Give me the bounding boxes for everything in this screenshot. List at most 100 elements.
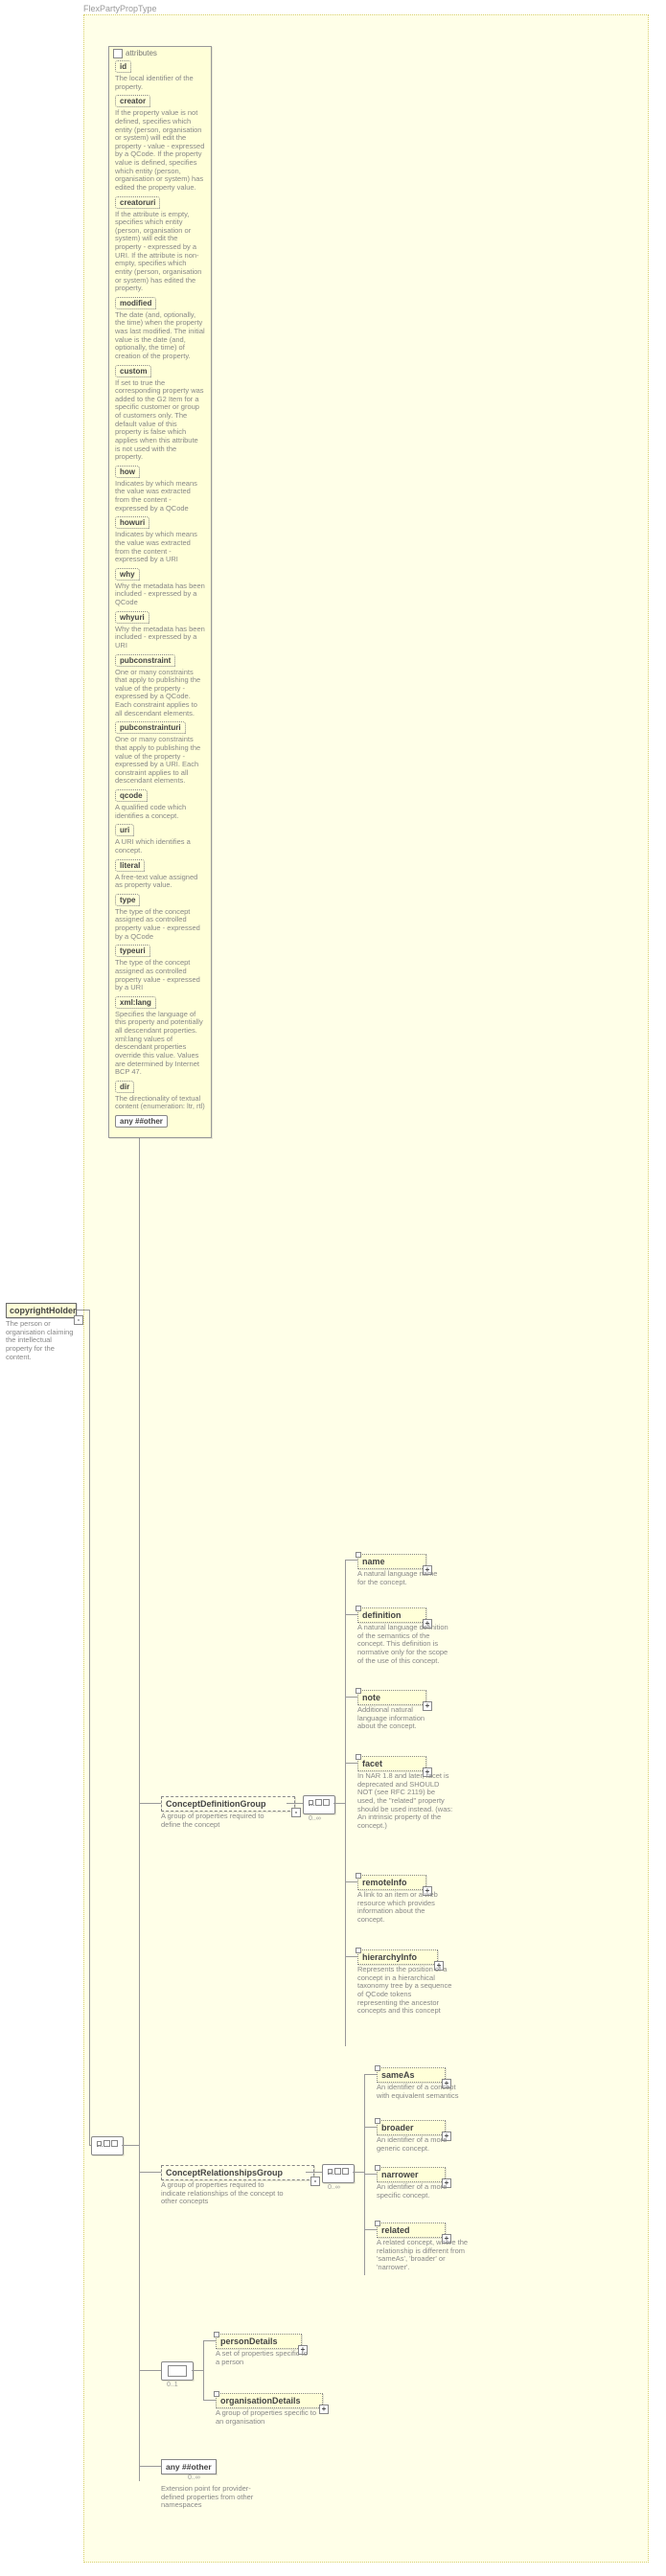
attribute-creator[interactable]: creator If the property value is not defi… [115,95,205,192]
attribute-desc: If the property value is not defined, sp… [115,109,205,192]
attribute-name: why [115,568,140,581]
attribute-uri[interactable]: uri A URI which identifies a concept. [115,824,205,855]
attribute-desc: One or many constraints that apply to pu… [115,669,205,718]
root-element-name: copyrightHolder [10,1306,77,1315]
sequence-compositor-relgroup [322,2164,355,2183]
attribute-name: creator [115,95,150,107]
element-related[interactable]: related + [377,2223,446,2238]
attribute-desc: A URI which identifies a concept. [115,838,205,855]
element-organisationdetails[interactable]: organisationDetails + [216,2393,323,2408]
element-sameas[interactable]: sameAs + [377,2067,446,2083]
attribute-any-label: any ##other [115,1115,168,1128]
attribute-name: pubconstraint [115,654,175,667]
attribute-name: how [115,466,140,478]
type-name-label: FlexPartyPropType [83,4,157,13]
element-desc: A natural language name for the concept. [357,1570,444,1586]
cardinality-label: 0..∞ [309,1815,321,1822]
attribute-type[interactable]: type The type of the concept assigned as … [115,894,205,942]
attribute-pubconstrainturi[interactable]: pubconstrainturi One or many constraints … [115,721,205,786]
element-desc: In NAR 1.8 and later, facet is deprecate… [357,1772,453,1830]
attribute-desc: One or many constraints that apply to pu… [115,736,205,786]
attribute-desc: Indicates by which means the value was e… [115,531,205,564]
collapse-icon[interactable]: - [310,2177,320,2186]
element-remoteinfo[interactable]: remoteInfo + [357,1875,426,1890]
element-name[interactable]: name + [357,1554,426,1569]
element-desc: Additional natural language information … [357,1706,444,1731]
element-definition[interactable]: definition + [357,1607,426,1623]
attribute-desc: The date (and, optionally, the time) whe… [115,311,205,361]
sequence-compositor-defgroup [303,1795,335,1814]
attribute-qcode[interactable]: qcode A qualified code which identifies a… [115,789,205,820]
attribute-xmllang[interactable]: xml:lang Specifies the language of this p… [115,996,205,1077]
attribute-howuri[interactable]: howuri Indicates by which means the value… [115,516,205,564]
element-desc: An identifier of a more generic concept. [377,2136,463,2153]
element-note[interactable]: note + [357,1690,426,1705]
attribute-dir[interactable]: dir The directionality of textual content… [115,1081,205,1111]
attribute-id[interactable]: id The local identifier of the property. [115,60,205,91]
attribute-desc: The local identifier of the property. [115,75,205,91]
attribute-name: id [115,60,131,73]
attribute-desc: Indicates by which means the value was e… [115,480,205,513]
element-desc: Extension point for provider-defined pro… [161,2485,257,2510]
element-broader[interactable]: broader + [377,2120,446,2135]
attribute-name: dir [115,1081,134,1093]
cardinality-label: 0..∞ [328,2184,340,2191]
attribute-name: qcode [115,789,148,802]
element-desc: A natural language definition of the sem… [357,1624,448,1665]
attribute-name: howuri [115,516,149,529]
concept-definition-group[interactable]: ConceptDefinitionGroup - [161,1796,295,1812]
attribute-name: type [115,894,140,906]
element-desc: An identifier of a more specific concept… [377,2183,463,2200]
attribute-desc: Why the metadata has been included - exp… [115,626,205,650]
group-label: ConceptRelationshipsGroup [166,2168,283,2177]
attribute-desc: The type of the concept assigned as cont… [115,959,205,992]
element-desc: An identifier of a concept with equivale… [377,2084,463,2100]
attribute-name: creatoruri [115,196,160,209]
group-desc: A group of properties required to define… [161,1812,271,1829]
attribute-desc: If the attribute is empty, specifies whi… [115,211,205,293]
attribute-pubconstraint[interactable]: pubconstraint One or many constraints tha… [115,654,205,718]
choice-compositor [161,2361,194,2381]
attributes-label: attributes [113,49,157,58]
attribute-desc: If set to true the corresponding propert… [115,379,205,462]
element-desc: A group of properties specific to an org… [216,2409,321,2426]
attribute-name: uri [115,824,134,836]
attribute-name: custom [115,365,151,377]
attribute-literal[interactable]: literalA free-text value assigned as pro… [115,859,205,890]
attribute-name: typeuri [115,945,150,957]
attribute-why[interactable]: whyWhy the metadata has been included - … [115,568,205,607]
attribute-how[interactable]: how Indicates by which means the value wa… [115,466,205,513]
attributes-container: attributes id The local identifier of the… [108,46,212,1138]
root-element[interactable]: copyrightHolder - [6,1303,77,1318]
element-facet[interactable]: facet + [357,1756,426,1771]
element-desc: A set of properties specific to a person [216,2350,311,2366]
element-desc: A related concept, where the relationshi… [377,2239,472,2272]
element-hierarchyinfo[interactable]: hierarchyInfo + [357,1949,438,1965]
any-other-element[interactable]: any ##other [161,2459,217,2474]
attribute-custom[interactable]: custom If set to true the corresponding p… [115,365,205,462]
group-label: ConceptDefinitionGroup [166,1799,266,1809]
attribute-name: xml:lang [115,996,156,1009]
element-desc: A link to an item or a web resource whic… [357,1891,448,1925]
attribute-name: pubconstrainturi [115,721,186,734]
collapse-icon[interactable]: - [291,1808,301,1817]
attribute-desc: The directionality of textual content (e… [115,1095,205,1111]
attribute-desc: Why the metadata has been included - exp… [115,582,205,607]
attribute-creatoruri[interactable]: creatoruri If the attribute is empty, spe… [115,196,205,293]
element-narrower[interactable]: narrower + [377,2167,446,2182]
element-persondetails[interactable]: personDetails + [216,2334,302,2349]
cardinality-label: 0..1 [167,2382,178,2388]
attribute-any-other[interactable]: any ##other [115,1115,205,1128]
cardinality-label: 0..∞ [188,2474,200,2481]
attribute-modified[interactable]: modified The date (and, optionally, the t… [115,297,205,361]
root-element-desc: The person or organisation claiming the … [6,1320,77,1361]
attribute-name: whyuri [115,611,149,624]
attribute-desc: Specifies the language of this property … [115,1011,205,1077]
attribute-whyuri[interactable]: whyuri Why the metadata has been included… [115,611,205,650]
attribute-desc: A free-text value assigned as property v… [115,874,205,890]
concept-relationships-group[interactable]: ConceptRelationshipsGroup - [161,2165,314,2180]
attribute-desc: A qualified code which identifies a conc… [115,804,205,820]
attribute-name: modified [115,297,156,309]
attribute-typeuri[interactable]: typeuri The type of the concept assigned … [115,945,205,992]
attribute-desc: The type of the concept assigned as cont… [115,908,205,942]
